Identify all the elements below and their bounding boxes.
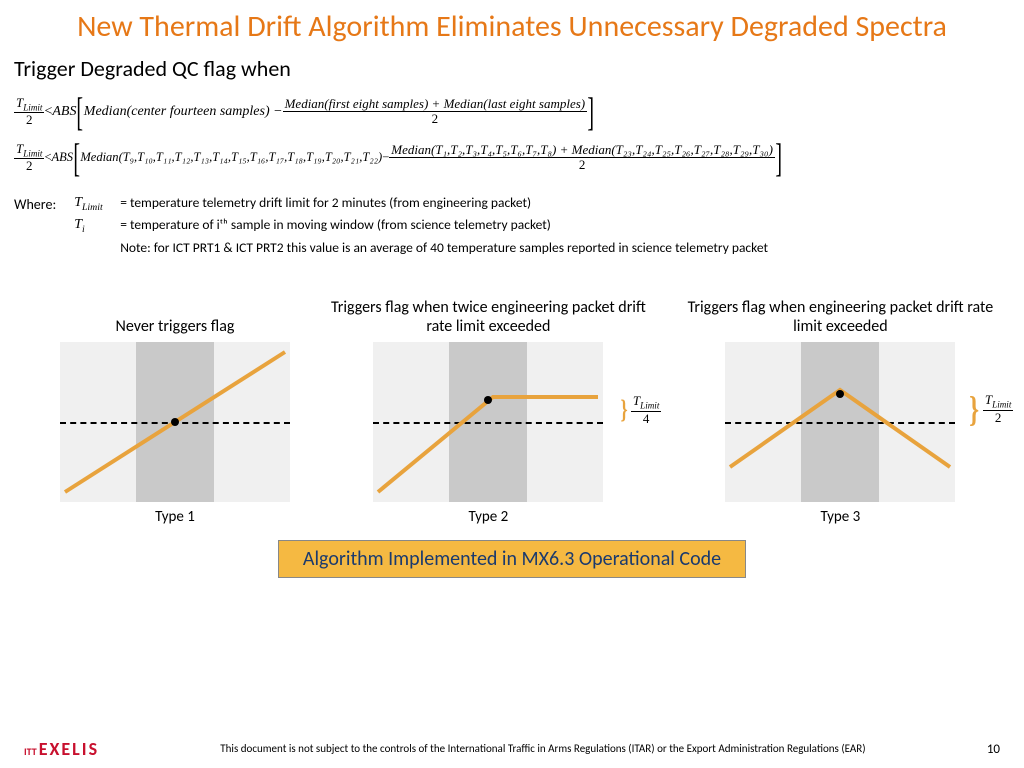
where-label: Where: <box>14 194 56 259</box>
chart-2-plot: } TLimit4 <box>373 342 603 502</box>
chart-type-1: Never triggers flag Type 1 <box>60 270 290 526</box>
footer: ITT EXELIS This document is not subject … <box>0 738 1024 760</box>
page-number: 10 <box>987 742 1000 757</box>
where-row-tlimit: TLimit = temperature telemetry drift lim… <box>74 194 768 215</box>
chart-type-2: Triggers flag when twice engineering pac… <box>320 270 657 526</box>
slide-title: New Thermal Drift Algorithm Eliminates U… <box>0 0 1024 49</box>
condition-heading: Trigger Degraded QC flag when <box>0 49 1024 84</box>
chart-2-annotation: } TLimit4 <box>619 394 662 426</box>
where-row-ti: Ti = temperature of iᵗʰ sample in moving… <box>74 216 768 237</box>
chart-3-title: Triggers flag when engineering packet dr… <box>687 270 994 342</box>
chart-3-label: Type 3 <box>821 508 861 526</box>
charts-row: Never triggers flag Type 1 Triggers flag… <box>0 266 1024 526</box>
formula-block: TLimit2 < ABS [ Median(center fourteen s… <box>0 84 1024 186</box>
chart-1-label: Type 1 <box>155 508 195 526</box>
chart-2-plot: } TLimit2 <box>725 342 955 502</box>
where-note: Note: for ICT PRT1 & ICT PRT2 this value… <box>74 239 768 257</box>
chart-1-title: Never triggers flag <box>116 270 235 342</box>
chart-2-label: Type 2 <box>469 508 509 526</box>
export-disclaimer: This document is not subject to the cont… <box>99 742 987 755</box>
where-block: Where: TLimit = temperature telemetry dr… <box>0 186 1024 267</box>
formula-line-2: TLimit2 < ABS [ Median(T₉,T₁₀,T₁₁,T₁₂,T₁… <box>14 136 1010 180</box>
brand-logo: ITT EXELIS <box>24 738 99 760</box>
chart-type-3: Triggers flag when engineering packet dr… <box>687 270 994 526</box>
formula-line-1: TLimit2 < ABS [ Median(center fourteen s… <box>14 90 1010 134</box>
implementation-banner: Algorithm Implemented in MX6.3 Operation… <box>278 540 746 578</box>
chart-1-plot <box>60 342 290 502</box>
chart-2-title: Triggers flag when twice engineering pac… <box>320 270 657 342</box>
chart-3-annotation: } TLimit2 <box>967 388 1014 430</box>
